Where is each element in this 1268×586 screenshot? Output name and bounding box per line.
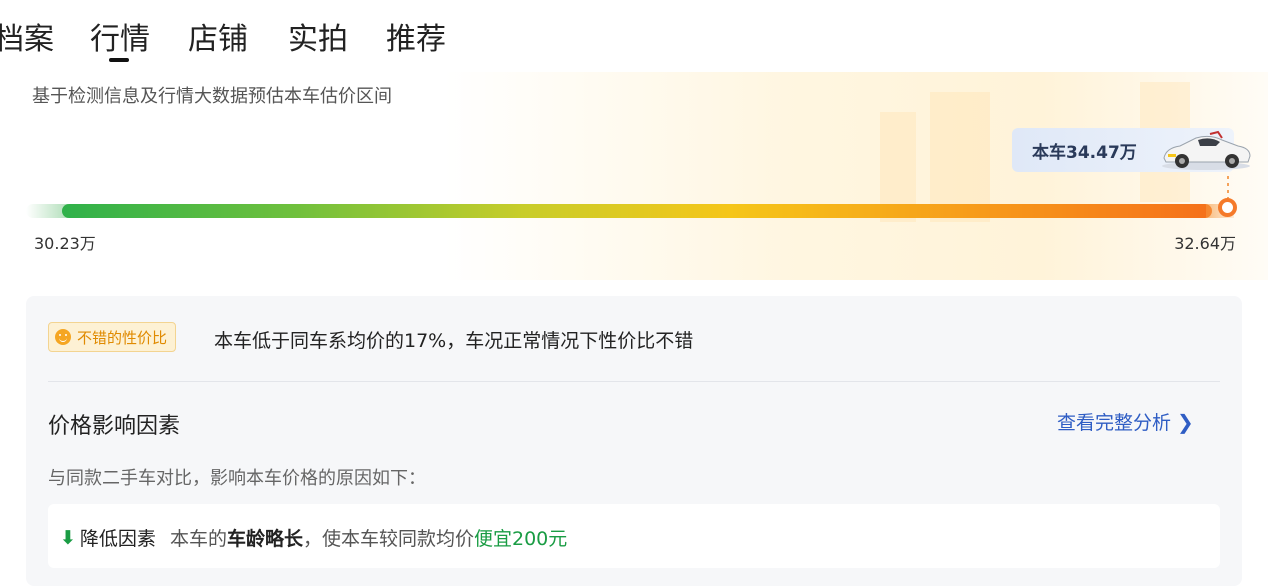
chevron-right-icon: ❯ [1177,410,1194,434]
range-min-label: 30.23万 [34,234,96,253]
divider [48,381,1220,382]
tab-shop[interactable]: 店铺 [188,14,248,58]
full-analysis-label: 查看完整分析 [1057,412,1172,434]
car-price-leader-line [1227,176,1229,198]
car-icon [1162,130,1251,170]
full-analysis-link[interactable]: 查看完整分析 ❯ [1057,408,1194,435]
factor-highlight: 车龄略长 [226,528,303,550]
factor-item: ⬇ 降低因素 本车的 车龄略长 ，使本车较同款均价 便宜200元 [60,524,567,551]
tab-market[interactable]: 行情 [90,14,150,58]
tab-photos[interactable]: 实拍 [288,14,348,58]
estimate-subtitle: 基于检测信息及行情大数据预估本车估价区间 [32,86,392,107]
factor-prefix: 本车的 [169,528,227,550]
value-tag: 不错的性价比 [48,322,177,352]
car-price-marker [1218,198,1237,217]
car-price-label: 本车34.47万 [1032,143,1137,163]
factors-title: 价格影响因素 [48,414,181,439]
arrow-down-icon: ⬇ [60,526,76,549]
value-tag-label: 不错的性价比 [77,328,168,347]
tab-recommend[interactable]: 推荐 [386,14,446,58]
factors-subtitle: 与同款二手车对比，影响本车价格的原因如下： [48,468,426,489]
factor-type-label: 降低因素 [79,528,156,550]
decor-block [930,92,990,222]
tab-archive[interactable]: 档案 [0,14,54,58]
factor-savings: 便宜200元 [473,528,568,550]
value-summary: 本车低于同车系均价的17%，车况正常情况下性价比不错 [214,330,694,352]
smile-icon [55,329,71,345]
range-max-label: 32.64万 [1174,234,1236,253]
active-tab-indicator [109,58,129,62]
price-range-bar [62,204,1212,218]
factor-middle: ，使本车较同款均价 [302,528,474,550]
